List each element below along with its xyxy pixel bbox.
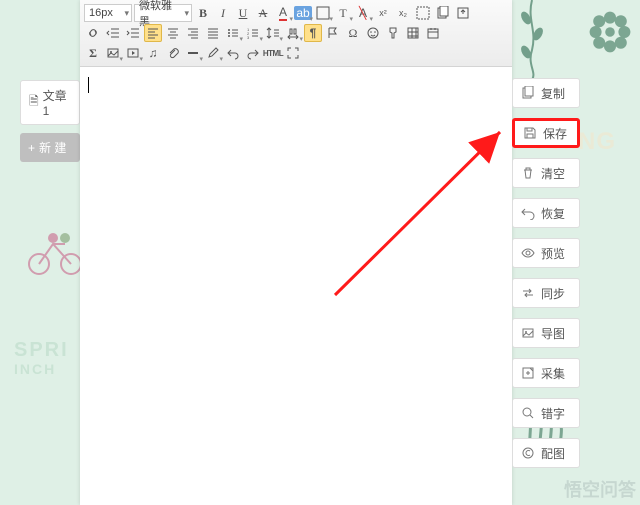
pencil-button[interactable] bbox=[204, 44, 222, 62]
hr-button[interactable] bbox=[184, 44, 202, 62]
typo-action-label: 错字 bbox=[541, 405, 565, 422]
align-right-button[interactable] bbox=[184, 24, 202, 42]
copy-action-button[interactable]: 复制 bbox=[512, 78, 580, 108]
font-family-select[interactable]: 微软雅黑 bbox=[134, 4, 192, 22]
typo-action-button[interactable]: 错字 bbox=[512, 398, 580, 428]
copy-action-label: 复制 bbox=[541, 85, 565, 102]
bg-vine bbox=[512, 0, 552, 80]
image-button[interactable] bbox=[104, 44, 122, 62]
bold-button[interactable]: B bbox=[194, 4, 212, 22]
text-style-button[interactable]: T bbox=[334, 4, 352, 22]
attachment-button[interactable] bbox=[164, 44, 182, 62]
calendar-button[interactable] bbox=[424, 24, 442, 42]
collect-action-label: 采集 bbox=[541, 365, 565, 382]
html-source-button[interactable]: HTML bbox=[264, 44, 282, 62]
bg-bike bbox=[25, 220, 85, 275]
italic-button[interactable]: I bbox=[214, 4, 232, 22]
paragraph-mark-button[interactable]: ¶ bbox=[304, 24, 322, 42]
collect-action-button[interactable]: 采集 bbox=[512, 358, 580, 388]
bg-color-button[interactable]: ab bbox=[294, 4, 312, 22]
align-center-button[interactable] bbox=[164, 24, 182, 42]
new-article-label: 新 建 bbox=[39, 139, 66, 156]
text-cursor bbox=[88, 77, 89, 93]
format-brush-button[interactable] bbox=[384, 24, 402, 42]
link-button[interactable] bbox=[84, 24, 102, 42]
match-action-button[interactable]: 配图 bbox=[512, 438, 580, 468]
indent-button[interactable] bbox=[124, 24, 142, 42]
preview-action-button[interactable]: 预览 bbox=[512, 238, 580, 268]
bg-flower bbox=[586, 8, 634, 56]
watermark: 悟空问答 bbox=[564, 481, 636, 499]
copy-button[interactable] bbox=[434, 4, 452, 22]
font-color-button[interactable]: A bbox=[274, 4, 292, 22]
right-actions: 复制保存清空恢复预览同步导图采集错字配图 bbox=[512, 78, 580, 468]
letter-spacing-button[interactable] bbox=[284, 24, 302, 42]
preview-action-label: 预览 bbox=[541, 245, 565, 262]
font-size-select[interactable]: 16px bbox=[84, 4, 132, 22]
emoji-button[interactable] bbox=[364, 24, 382, 42]
strike-button[interactable]: A bbox=[254, 4, 272, 22]
subscript-button[interactable]: x₂ bbox=[394, 4, 412, 22]
collect-icon bbox=[521, 366, 535, 380]
align-justify-button[interactable] bbox=[204, 24, 222, 42]
line-height-button[interactable] bbox=[264, 24, 282, 42]
clear-action-label: 清空 bbox=[541, 165, 565, 182]
export-action-button[interactable]: 导图 bbox=[512, 318, 580, 348]
border-style-button[interactable] bbox=[314, 4, 332, 22]
editor-canvas[interactable] bbox=[80, 67, 512, 505]
bg-text-spring: SPRI bbox=[14, 340, 69, 360]
redo-button[interactable] bbox=[244, 44, 262, 62]
restore-action-label: 恢复 bbox=[541, 205, 565, 222]
save-icon bbox=[523, 126, 537, 140]
sigma-button[interactable]: Σ bbox=[84, 44, 102, 62]
search-icon bbox=[521, 406, 535, 420]
bg-text-inchon: INCH bbox=[14, 362, 56, 376]
copyright-icon bbox=[521, 446, 535, 460]
plus-icon: + bbox=[28, 141, 35, 155]
clear-action-button[interactable]: 清空 bbox=[512, 158, 580, 188]
select-all-button[interactable] bbox=[414, 4, 432, 22]
save-action-label: 保存 bbox=[543, 125, 567, 142]
undo-icon bbox=[521, 206, 535, 220]
copy-icon bbox=[521, 86, 535, 100]
omega-button[interactable]: Ω bbox=[344, 24, 362, 42]
editor-toolbar: 16px 微软雅黑 B I U A A ab T A╲ x² x₂ bbox=[80, 0, 512, 67]
left-sidebar: 🗎 文章1 + 新 建 bbox=[20, 80, 80, 162]
document-icon: 🗎 bbox=[29, 92, 39, 113]
export-action-label: 导图 bbox=[541, 325, 565, 342]
image-icon bbox=[521, 326, 535, 340]
ol-button[interactable]: 123 bbox=[244, 24, 262, 42]
table-button[interactable] bbox=[404, 24, 422, 42]
video-button[interactable] bbox=[124, 44, 142, 62]
ul-button[interactable] bbox=[224, 24, 242, 42]
editor: 16px 微软雅黑 B I U A A ab T A╲ x² x₂ bbox=[80, 0, 512, 505]
trash-icon bbox=[521, 166, 535, 180]
article-tab-1[interactable]: 🗎 文章1 bbox=[20, 80, 80, 125]
outdent-button[interactable] bbox=[104, 24, 122, 42]
eye-icon bbox=[521, 246, 535, 260]
match-action-label: 配图 bbox=[541, 445, 565, 462]
fullscreen-button[interactable] bbox=[284, 44, 302, 62]
flag-button[interactable] bbox=[324, 24, 342, 42]
audio-button[interactable]: ♫ bbox=[144, 44, 162, 62]
align-left-button[interactable] bbox=[144, 24, 162, 42]
sync-action-button[interactable]: 同步 bbox=[512, 278, 580, 308]
new-article-button[interactable]: + 新 建 bbox=[20, 133, 80, 162]
underline-button[interactable]: U bbox=[234, 4, 252, 22]
sync-icon bbox=[521, 286, 535, 300]
article-tab-label: 文章1 bbox=[43, 87, 71, 118]
undo-button[interactable] bbox=[224, 44, 242, 62]
clear-format-button[interactable]: A╲ bbox=[354, 4, 372, 22]
svg-text:3: 3 bbox=[247, 35, 250, 40]
sync-action-label: 同步 bbox=[541, 285, 565, 302]
restore-action-button[interactable]: 恢复 bbox=[512, 198, 580, 228]
superscript-button[interactable]: x² bbox=[374, 4, 392, 22]
export-button[interactable] bbox=[454, 4, 472, 22]
save-action-button[interactable]: 保存 bbox=[512, 118, 580, 148]
